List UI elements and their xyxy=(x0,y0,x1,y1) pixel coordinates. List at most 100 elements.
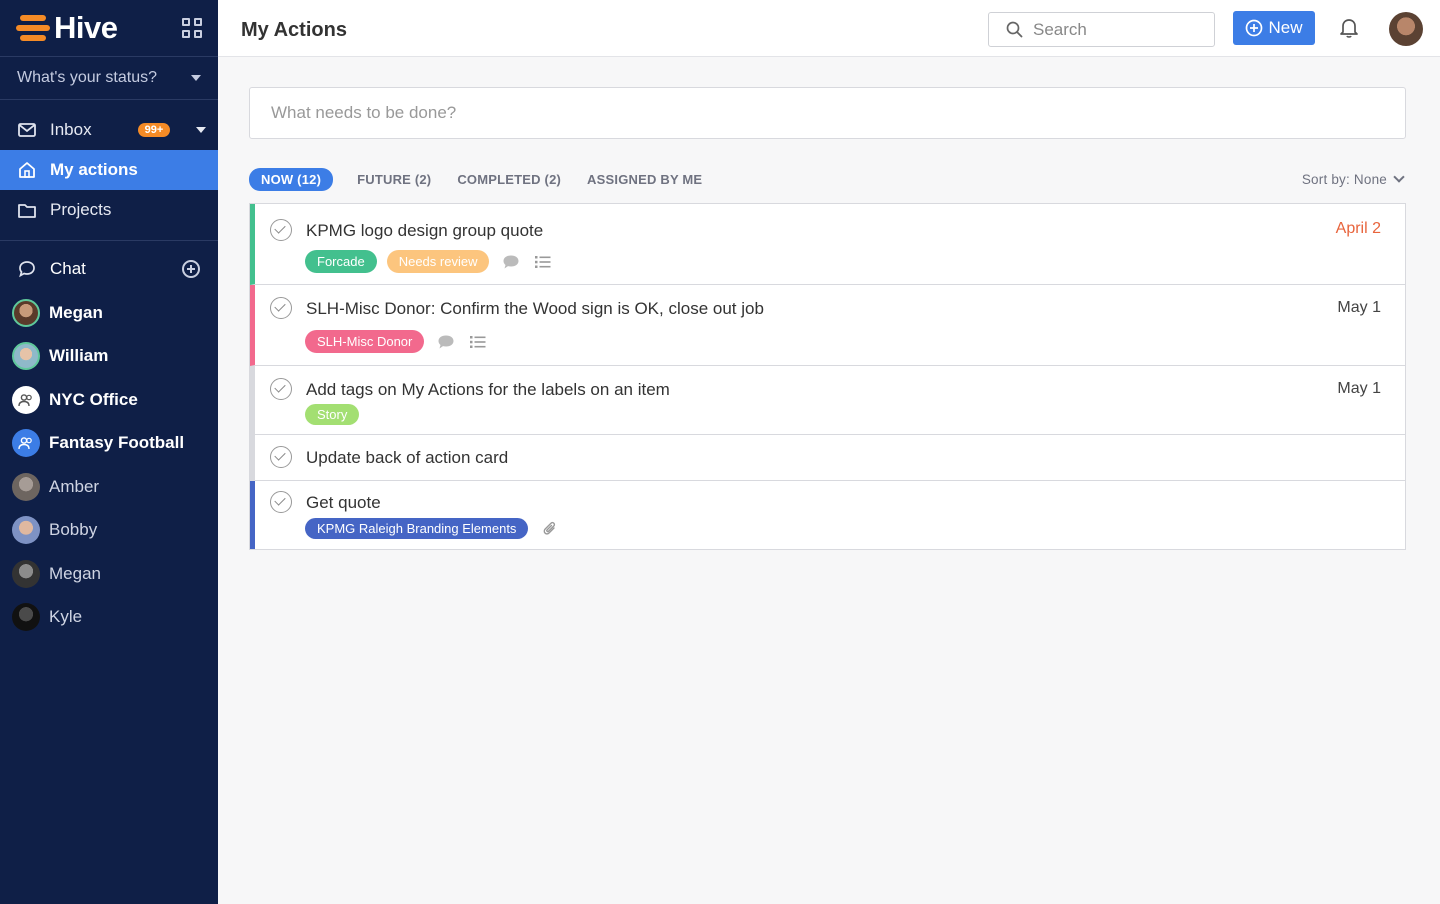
action-tags: SLH-Misc Donor xyxy=(305,330,488,353)
caret-down-icon[interactable] xyxy=(196,127,207,133)
action-list: KPMG logo design group quote April 2 For… xyxy=(249,203,1406,550)
action-card[interactable]: KPMG logo design group quote April 2 For… xyxy=(250,204,1405,285)
hive-logo-icon xyxy=(16,15,50,41)
tab-assigned-by-me[interactable]: ASSIGNED BY ME xyxy=(587,172,702,187)
chevron-down-icon xyxy=(1393,170,1405,183)
new-action-placeholder: What needs to be done? xyxy=(271,103,457,122)
action-tags: Forcade Needs review xyxy=(305,250,553,273)
tab-now[interactable]: NOW (12) xyxy=(249,167,334,191)
sort-label: Sort by: None xyxy=(1301,171,1387,187)
chat-item-william[interactable]: William xyxy=(0,335,218,379)
main-nav: Inbox 99+ My actions Projects xyxy=(0,100,218,241)
people-icon xyxy=(18,437,32,450)
action-title: SLH-Misc Donor: Confirm the Wood sign is… xyxy=(306,299,764,318)
action-card[interactable]: Get quote KPMG Raleigh Branding Elements xyxy=(250,481,1405,549)
nav-label: Projects xyxy=(50,200,112,219)
tab-completed[interactable]: COMPLETED (2) xyxy=(457,172,561,187)
action-title: Add tags on My Actions for the labels on… xyxy=(306,380,670,399)
add-chat-icon[interactable] xyxy=(182,260,200,278)
avatar xyxy=(12,516,40,545)
complete-check-icon[interactable] xyxy=(270,446,292,468)
project-tag[interactable]: Forcade xyxy=(305,250,377,273)
group-avatar xyxy=(12,429,40,458)
group-avatar xyxy=(12,385,40,414)
action-due-date: May 1 xyxy=(1337,299,1381,316)
action-title: Get quote xyxy=(306,493,381,512)
avatar xyxy=(12,603,40,632)
project-tag[interactable]: SLH-Misc Donor xyxy=(305,330,425,353)
action-due-date: May 1 xyxy=(1337,380,1381,397)
search-input[interactable]: Search xyxy=(988,12,1215,47)
action-tags: KPMG Raleigh Branding Elements xyxy=(305,518,560,539)
complete-check-icon[interactable] xyxy=(270,378,292,400)
user-avatar[interactable] xyxy=(1389,12,1423,46)
new-button[interactable]: New xyxy=(1233,11,1315,45)
comment-icon[interactable] xyxy=(436,332,456,352)
avatar xyxy=(12,298,40,327)
avatar xyxy=(12,559,40,588)
caret-down-icon xyxy=(191,75,201,81)
action-title: Update back of action card xyxy=(306,448,509,467)
status-selector[interactable]: What's your status? xyxy=(0,57,218,100)
tab-future[interactable]: FUTURE (2) xyxy=(357,172,431,187)
complete-check-icon[interactable] xyxy=(270,297,292,319)
project-tag[interactable]: KPMG Raleigh Branding Elements xyxy=(305,518,529,539)
nav-item-projects[interactable]: Projects xyxy=(0,190,218,230)
action-title: KPMG logo design group quote xyxy=(306,221,544,240)
action-card[interactable]: Update back of action card xyxy=(250,435,1405,481)
folder-icon xyxy=(18,201,36,219)
action-card[interactable]: SLH-Misc Donor: Confirm the Wood sign is… xyxy=(250,285,1405,366)
home-icon xyxy=(18,161,36,179)
action-due-date: April 2 xyxy=(1335,220,1381,237)
apps-grid-icon[interactable] xyxy=(182,18,202,38)
chat-item-label: Bobby xyxy=(49,520,98,540)
nav-label: Inbox xyxy=(50,120,92,139)
chat-bubble-icon xyxy=(18,260,36,278)
plus-circle-icon xyxy=(1246,19,1263,37)
complete-check-icon[interactable] xyxy=(270,491,292,513)
comment-icon[interactable] xyxy=(501,252,521,272)
chat-item-amber[interactable]: Amber xyxy=(0,465,218,509)
action-tabs: NOW (12) FUTURE (2) COMPLETED (2) ASSIGN… xyxy=(249,167,1406,191)
chat-header[interactable]: Chat xyxy=(0,247,218,291)
top-bar: My Actions Search New xyxy=(218,0,1440,57)
page-title: My Actions xyxy=(241,19,347,41)
label-tag[interactable]: Needs review xyxy=(386,250,490,273)
chat-item-fantasy-football[interactable]: Fantasy Football xyxy=(0,422,218,466)
chat-item-label: Kyle xyxy=(49,607,83,627)
chat-item-label: Fantasy Football xyxy=(49,433,185,453)
people-icon xyxy=(18,393,32,406)
chat-item-label: Megan xyxy=(49,563,101,583)
avatar xyxy=(12,472,40,501)
search-icon xyxy=(1006,21,1023,38)
paperclip-icon[interactable] xyxy=(540,519,560,539)
chat-item-kyle[interactable]: Kyle xyxy=(0,596,218,640)
chat-item-label: Amber xyxy=(49,476,100,496)
app-name: Hive xyxy=(54,10,118,45)
label-tag[interactable]: Story xyxy=(305,404,360,425)
chat-item-label: NYC Office xyxy=(49,389,138,409)
mail-icon xyxy=(18,121,36,139)
hive-logo[interactable]: Hive xyxy=(16,10,118,46)
nav-item-inbox[interactable]: Inbox 99+ xyxy=(0,110,218,150)
sort-dropdown[interactable]: Sort by: None xyxy=(1301,170,1406,187)
logo-row: Hive xyxy=(0,0,218,57)
notifications-bell-icon[interactable] xyxy=(1331,11,1367,45)
subtasks-list-icon[interactable] xyxy=(468,332,488,352)
chat-item-label: Megan xyxy=(49,302,103,322)
chat-item-bobby[interactable]: Bobby xyxy=(0,509,218,553)
avatar xyxy=(12,342,40,371)
chat-item-megan-2[interactable]: Megan xyxy=(0,552,218,596)
subtasks-list-icon[interactable] xyxy=(533,252,553,272)
action-tags: Story xyxy=(305,404,360,425)
nav-item-my-actions[interactable]: My actions xyxy=(0,150,218,190)
chat-item-megan[interactable]: Megan xyxy=(0,291,218,335)
status-text: What's your status? xyxy=(17,69,157,86)
nav-label: My actions xyxy=(50,160,138,179)
complete-check-icon[interactable] xyxy=(270,219,292,241)
inbox-count-badge: 99+ xyxy=(137,123,171,137)
new-action-input[interactable]: What needs to be done? xyxy=(249,87,1406,139)
chat-item-nyc-office[interactable]: NYC Office xyxy=(0,378,218,422)
search-placeholder: Search xyxy=(1033,19,1087,39)
action-card[interactable]: Add tags on My Actions for the labels on… xyxy=(250,366,1405,435)
